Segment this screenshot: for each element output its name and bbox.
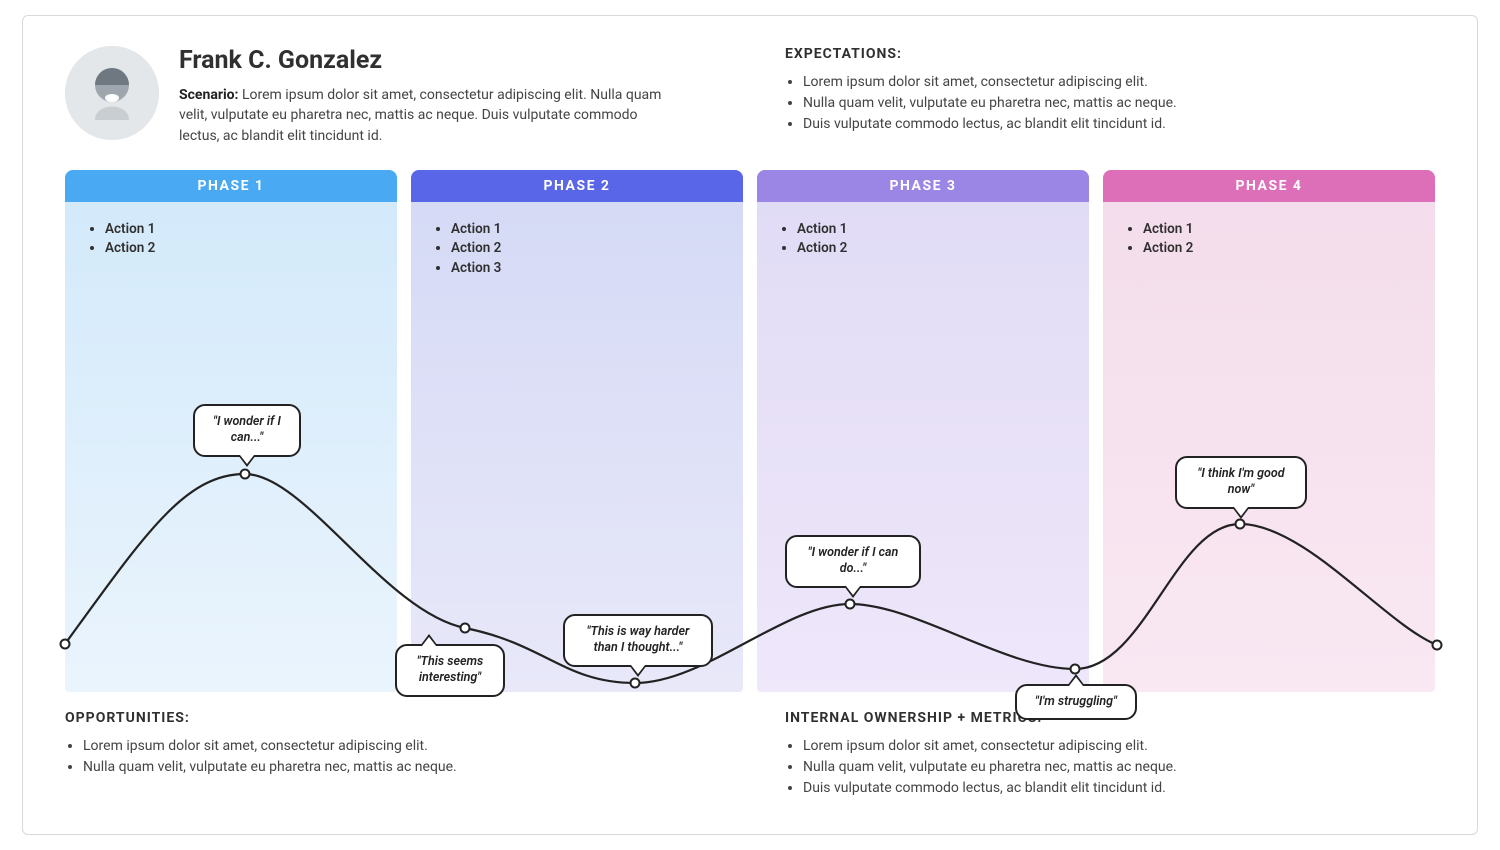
action-list: Action 1 Action 2 (1125, 220, 1413, 259)
opportunities-block: OPPORTUNITIES: Lorem ipsum dolor sit ame… (65, 710, 715, 799)
persona-block: Frank C. Gonzalez Scenario: Lorem ipsum … (65, 46, 715, 146)
avatar-icon (65, 46, 159, 140)
phase-column-1: PHASE 1 Action 1 Action 2 (65, 170, 397, 692)
scenario-body: Lorem ipsum dolor sit amet, consectetur … (179, 87, 661, 144)
ownership-block: INTERNAL OWNERSHIP + METRICS: Lorem ipsu… (785, 710, 1435, 799)
list-item: Action 1 (105, 220, 375, 240)
list-item: Action 1 (451, 220, 721, 240)
phase-header: PHASE 2 (411, 170, 743, 202)
action-list: Action 1 Action 2 (87, 220, 375, 259)
expectations-title: EXPECTATIONS: (785, 46, 1435, 62)
list-item: Action 3 (451, 259, 721, 279)
phase-header: PHASE 1 (65, 170, 397, 202)
opportunities-title: OPPORTUNITIES: (65, 710, 715, 726)
opportunities-list: Lorem ipsum dolor sit amet, consectetur … (65, 736, 715, 778)
ownership-list: Lorem ipsum dolor sit amet, consectetur … (785, 736, 1435, 799)
list-item: Nulla quam velit, vulputate eu pharetra … (83, 757, 715, 778)
list-item: Action 1 (797, 220, 1067, 240)
list-item: Action 1 (1143, 220, 1413, 240)
phase-columns: PHASE 1 Action 1 Action 2 PHASE 2 Action… (65, 170, 1435, 692)
list-item: Nulla quam velit, vulputate eu pharetra … (803, 93, 1435, 114)
expectations-block: EXPECTATIONS: Lorem ipsum dolor sit amet… (785, 46, 1435, 146)
list-item: Action 2 (797, 239, 1067, 259)
list-item: Action 2 (1143, 239, 1413, 259)
header-row: Frank C. Gonzalez Scenario: Lorem ipsum … (65, 46, 1435, 146)
journey-map-frame: Frank C. Gonzalez Scenario: Lorem ipsum … (22, 15, 1478, 835)
list-item: Nulla quam velit, vulputate eu pharetra … (803, 757, 1435, 778)
scenario-label: Scenario: (179, 87, 239, 103)
list-item: Action 2 (105, 239, 375, 259)
persona-name: Frank C. Gonzalez (179, 46, 679, 75)
ownership-title: INTERNAL OWNERSHIP + METRICS: (785, 710, 1435, 726)
list-item: Duis vulputate commodo lectus, ac blandi… (803, 778, 1435, 799)
list-item: Lorem ipsum dolor sit amet, consectetur … (803, 736, 1435, 757)
list-item: Action 2 (451, 239, 721, 259)
phase-column-3: PHASE 3 Action 1 Action 2 (757, 170, 1089, 692)
action-list: Action 1 Action 2 (779, 220, 1067, 259)
expectations-list: Lorem ipsum dolor sit amet, consectetur … (785, 72, 1435, 135)
scenario-text: Scenario: Lorem ipsum dolor sit amet, co… (179, 85, 679, 146)
footer-row: OPPORTUNITIES: Lorem ipsum dolor sit ame… (65, 710, 1435, 799)
list-item: Lorem ipsum dolor sit amet, consectetur … (803, 72, 1435, 93)
phase-header: PHASE 4 (1103, 170, 1435, 202)
list-item: Duis vulputate commodo lectus, ac blandi… (803, 114, 1435, 135)
phase-column-2: PHASE 2 Action 1 Action 2 Action 3 (411, 170, 743, 692)
phase-column-4: PHASE 4 Action 1 Action 2 (1103, 170, 1435, 692)
action-list: Action 1 Action 2 Action 3 (433, 220, 721, 279)
phase-header: PHASE 3 (757, 170, 1089, 202)
list-item: Lorem ipsum dolor sit amet, consectetur … (83, 736, 715, 757)
